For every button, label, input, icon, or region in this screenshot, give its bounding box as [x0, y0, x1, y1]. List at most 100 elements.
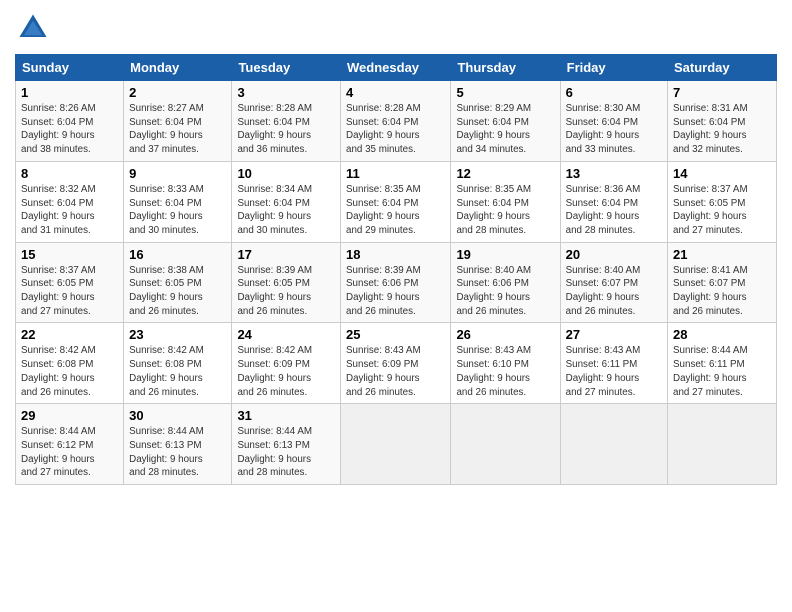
calendar-cell: 15 Sunrise: 8:37 AM Sunset: 6:05 PM Dayli…	[16, 242, 124, 323]
calendar-cell: 30Sunrise: 8:44 AM Sunset: 6:13 PM Dayli…	[124, 404, 232, 485]
calendar-cell: 13 Sunrise: 8:36 AM Sunset: 6:04 PM Dayli…	[560, 161, 667, 242]
calendar-cell: 1 Sunrise: 8:26 AM Sunset: 6:04 PM Daylig…	[16, 81, 124, 162]
day-info: Sunrise: 8:35 AM Sunset: 6:04 PM Dayligh…	[346, 183, 445, 238]
weekday-header-monday: Monday	[124, 55, 232, 81]
day-info: Sunrise: 8:35 AM Sunset: 6:04 PM Dayligh…	[456, 183, 554, 238]
day-number: 29	[21, 408, 118, 423]
page-container: SundayMondayTuesdayWednesdayThursdayFrid…	[0, 0, 792, 495]
calendar-cell: 19 Sunrise: 8:40 AM Sunset: 6:06 PM Dayli…	[451, 242, 560, 323]
day-number: 17	[237, 247, 335, 262]
calendar-cell: 21 Sunrise: 8:41 AM Sunset: 6:07 PM Dayli…	[668, 242, 777, 323]
day-number: 8	[21, 166, 118, 181]
day-info: Sunrise: 8:28 AM Sunset: 6:04 PM Dayligh…	[346, 102, 445, 157]
calendar-cell: 7Sunrise: 8:31 AM Sunset: 6:04 PM Daylig…	[668, 81, 777, 162]
day-number: 18	[346, 247, 445, 262]
day-info: Sunrise: 8:30 AM Sunset: 6:04 PM Dayligh…	[566, 102, 662, 157]
day-info: Sunrise: 8:39 AM Sunset: 6:05 PM Dayligh…	[237, 264, 335, 319]
day-number: 22	[21, 327, 118, 342]
calendar-cell: 9Sunrise: 8:33 AM Sunset: 6:04 PM Daylig…	[124, 161, 232, 242]
day-info: Sunrise: 8:40 AM Sunset: 6:07 PM Dayligh…	[566, 264, 662, 319]
calendar-cell: 16 Sunrise: 8:38 AM Sunset: 6:05 PM Dayli…	[124, 242, 232, 323]
day-info: Sunrise: 8:26 AM Sunset: 6:04 PM Dayligh…	[21, 102, 118, 157]
day-number: 21	[673, 247, 771, 262]
day-number: 16	[129, 247, 226, 262]
day-number: 10	[237, 166, 335, 181]
logo-icon	[15, 10, 51, 46]
week-row-3: 15 Sunrise: 8:37 AM Sunset: 6:05 PM Dayli…	[16, 242, 777, 323]
calendar-cell: 4 Sunrise: 8:28 AM Sunset: 6:04 PM Daylig…	[341, 81, 451, 162]
day-number: 28	[673, 327, 771, 342]
day-info: Sunrise: 8:39 AM Sunset: 6:06 PM Dayligh…	[346, 264, 445, 319]
day-info: Sunrise: 8:44 AM Sunset: 6:12 PM Dayligh…	[21, 425, 118, 480]
calendar-cell: 27 Sunrise: 8:43 AM Sunset: 6:11 PM Dayli…	[560, 323, 667, 404]
calendar-cell: 26Sunrise: 8:43 AM Sunset: 6:10 PM Dayli…	[451, 323, 560, 404]
calendar-cell: 8 Sunrise: 8:32 AM Sunset: 6:04 PM Daylig…	[16, 161, 124, 242]
day-info: Sunrise: 8:43 AM Sunset: 6:11 PM Dayligh…	[566, 344, 662, 399]
day-number: 3	[237, 85, 335, 100]
header	[15, 10, 777, 46]
day-number: 1	[21, 85, 118, 100]
day-number: 11	[346, 166, 445, 181]
day-info: Sunrise: 8:37 AM Sunset: 6:05 PM Dayligh…	[21, 264, 118, 319]
day-info: Sunrise: 8:44 AM Sunset: 6:11 PM Dayligh…	[673, 344, 771, 399]
calendar-cell: 14 Sunrise: 8:37 AM Sunset: 6:05 PM Dayli…	[668, 161, 777, 242]
day-number: 31	[237, 408, 335, 423]
day-info: Sunrise: 8:32 AM Sunset: 6:04 PM Dayligh…	[21, 183, 118, 238]
day-number: 4	[346, 85, 445, 100]
calendar-cell: 22 Sunrise: 8:42 AM Sunset: 6:08 PM Dayli…	[16, 323, 124, 404]
day-number: 9	[129, 166, 226, 181]
day-info: Sunrise: 8:41 AM Sunset: 6:07 PM Dayligh…	[673, 264, 771, 319]
calendar-cell: 29 Sunrise: 8:44 AM Sunset: 6:12 PM Dayli…	[16, 404, 124, 485]
day-number: 24	[237, 327, 335, 342]
calendar-cell: 2 Sunrise: 8:27 AM Sunset: 6:04 PM Daylig…	[124, 81, 232, 162]
day-number: 23	[129, 327, 226, 342]
weekday-header-row: SundayMondayTuesdayWednesdayThursdayFrid…	[16, 55, 777, 81]
calendar-cell: 20 Sunrise: 8:40 AM Sunset: 6:07 PM Dayli…	[560, 242, 667, 323]
calendar-cell: 5Sunrise: 8:29 AM Sunset: 6:04 PM Daylig…	[451, 81, 560, 162]
calendar-cell	[560, 404, 667, 485]
day-info: Sunrise: 8:43 AM Sunset: 6:09 PM Dayligh…	[346, 344, 445, 399]
calendar-cell: 31Sunrise: 8:44 AM Sunset: 6:13 PM Dayli…	[232, 404, 341, 485]
day-info: Sunrise: 8:36 AM Sunset: 6:04 PM Dayligh…	[566, 183, 662, 238]
day-info: Sunrise: 8:27 AM Sunset: 6:04 PM Dayligh…	[129, 102, 226, 157]
logo	[15, 10, 55, 46]
calendar-cell	[341, 404, 451, 485]
day-number: 26	[456, 327, 554, 342]
day-number: 12	[456, 166, 554, 181]
weekday-header-sunday: Sunday	[16, 55, 124, 81]
day-number: 27	[566, 327, 662, 342]
day-number: 6	[566, 85, 662, 100]
weekday-header-friday: Friday	[560, 55, 667, 81]
calendar-cell: 28 Sunrise: 8:44 AM Sunset: 6:11 PM Dayli…	[668, 323, 777, 404]
day-number: 2	[129, 85, 226, 100]
day-number: 25	[346, 327, 445, 342]
day-info: Sunrise: 8:34 AM Sunset: 6:04 PM Dayligh…	[237, 183, 335, 238]
week-row-1: 1 Sunrise: 8:26 AM Sunset: 6:04 PM Daylig…	[16, 81, 777, 162]
calendar-cell: 3 Sunrise: 8:28 AM Sunset: 6:04 PM Daylig…	[232, 81, 341, 162]
day-info: Sunrise: 8:40 AM Sunset: 6:06 PM Dayligh…	[456, 264, 554, 319]
calendar-cell: 17 Sunrise: 8:39 AM Sunset: 6:05 PM Dayli…	[232, 242, 341, 323]
weekday-header-tuesday: Tuesday	[232, 55, 341, 81]
calendar-cell: 18 Sunrise: 8:39 AM Sunset: 6:06 PM Dayli…	[341, 242, 451, 323]
day-info: Sunrise: 8:37 AM Sunset: 6:05 PM Dayligh…	[673, 183, 771, 238]
calendar-cell	[451, 404, 560, 485]
day-number: 20	[566, 247, 662, 262]
day-number: 14	[673, 166, 771, 181]
day-info: Sunrise: 8:42 AM Sunset: 6:08 PM Dayligh…	[21, 344, 118, 399]
calendar-cell: 25 Sunrise: 8:43 AM Sunset: 6:09 PM Dayli…	[341, 323, 451, 404]
day-info: Sunrise: 8:44 AM Sunset: 6:13 PM Dayligh…	[129, 425, 226, 480]
day-number: 19	[456, 247, 554, 262]
day-number: 13	[566, 166, 662, 181]
calendar-cell: 10 Sunrise: 8:34 AM Sunset: 6:04 PM Dayli…	[232, 161, 341, 242]
calendar-cell: 24Sunrise: 8:42 AM Sunset: 6:09 PM Dayli…	[232, 323, 341, 404]
week-row-5: 29 Sunrise: 8:44 AM Sunset: 6:12 PM Dayli…	[16, 404, 777, 485]
day-number: 15	[21, 247, 118, 262]
day-info: Sunrise: 8:29 AM Sunset: 6:04 PM Dayligh…	[456, 102, 554, 157]
day-info: Sunrise: 8:28 AM Sunset: 6:04 PM Dayligh…	[237, 102, 335, 157]
week-row-4: 22 Sunrise: 8:42 AM Sunset: 6:08 PM Dayli…	[16, 323, 777, 404]
day-info: Sunrise: 8:31 AM Sunset: 6:04 PM Dayligh…	[673, 102, 771, 157]
day-info: Sunrise: 8:38 AM Sunset: 6:05 PM Dayligh…	[129, 264, 226, 319]
calendar-table: SundayMondayTuesdayWednesdayThursdayFrid…	[15, 54, 777, 485]
calendar-cell: 11 Sunrise: 8:35 AM Sunset: 6:04 PM Dayli…	[341, 161, 451, 242]
weekday-header-saturday: Saturday	[668, 55, 777, 81]
